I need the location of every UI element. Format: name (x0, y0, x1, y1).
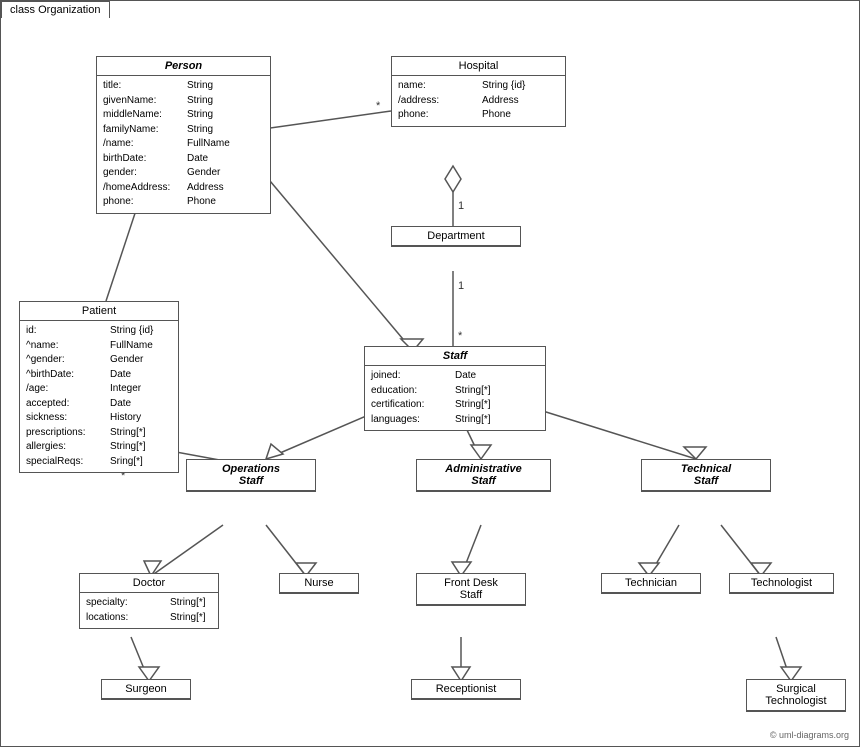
doctor-header: Doctor (80, 574, 218, 593)
surgeon-class: Surgeon (101, 679, 191, 700)
surgical-tech-class: SurgicalTechnologist (746, 679, 846, 712)
hospital-header: Hospital (392, 57, 565, 76)
technologist-class: Technologist (729, 573, 834, 594)
receptionist-class: Receptionist (411, 679, 521, 700)
doctor-class: Doctor specialty:String[*] locations:Str… (79, 573, 219, 629)
hospital-body: name:String {id} /address:Address phone:… (392, 76, 565, 126)
svg-text:1: 1 (458, 200, 464, 212)
tech-staff-class: TechnicalStaff (641, 459, 771, 492)
person-class: Person title:String givenName:String mid… (96, 56, 271, 214)
staff-body: joined:Date education:String[*] certific… (365, 366, 545, 430)
nurse-class: Nurse (279, 573, 359, 594)
admin-staff-header: AdministrativeStaff (417, 460, 550, 491)
svg-text:1: 1 (458, 280, 464, 292)
nurse-header: Nurse (280, 574, 358, 593)
receptionist-header: Receptionist (412, 680, 520, 699)
svg-text:*: * (376, 100, 381, 112)
doctor-body: specialty:String[*] locations:String[*] (80, 593, 218, 628)
staff-header: Staff (365, 347, 545, 366)
staff-class: Staff joined:Date education:String[*] ce… (364, 346, 546, 431)
hospital-class: Hospital name:String {id} /address:Addre… (391, 56, 566, 127)
copyright: © uml-diagrams.org (770, 730, 849, 740)
patient-header: Patient (20, 302, 178, 321)
department-class: Department (391, 226, 521, 247)
ops-staff-header: OperationsStaff (187, 460, 315, 491)
person-body: title:String givenName:String middleName… (97, 76, 270, 213)
svg-text:*: * (458, 330, 463, 342)
technician-header: Technician (602, 574, 700, 593)
front-desk-class: Front DeskStaff (416, 573, 526, 606)
front-desk-header: Front DeskStaff (417, 574, 525, 605)
technologist-header: Technologist (730, 574, 833, 593)
patient-body: id:String {id} ^name:FullName ^gender:Ge… (20, 321, 178, 472)
department-header: Department (392, 227, 520, 246)
tech-staff-header: TechnicalStaff (642, 460, 770, 491)
diagram-title: class Organization (1, 1, 110, 18)
person-header: Person (97, 57, 270, 76)
patient-class: Patient id:String {id} ^name:FullName ^g… (19, 301, 179, 473)
diagram-container: class Organization * * 1 * 1 * * * (0, 0, 860, 747)
surgical-tech-header: SurgicalTechnologist (747, 680, 845, 711)
technician-class: Technician (601, 573, 701, 594)
ops-staff-class: OperationsStaff (186, 459, 316, 492)
surgeon-header: Surgeon (102, 680, 190, 699)
admin-staff-class: AdministrativeStaff (416, 459, 551, 492)
